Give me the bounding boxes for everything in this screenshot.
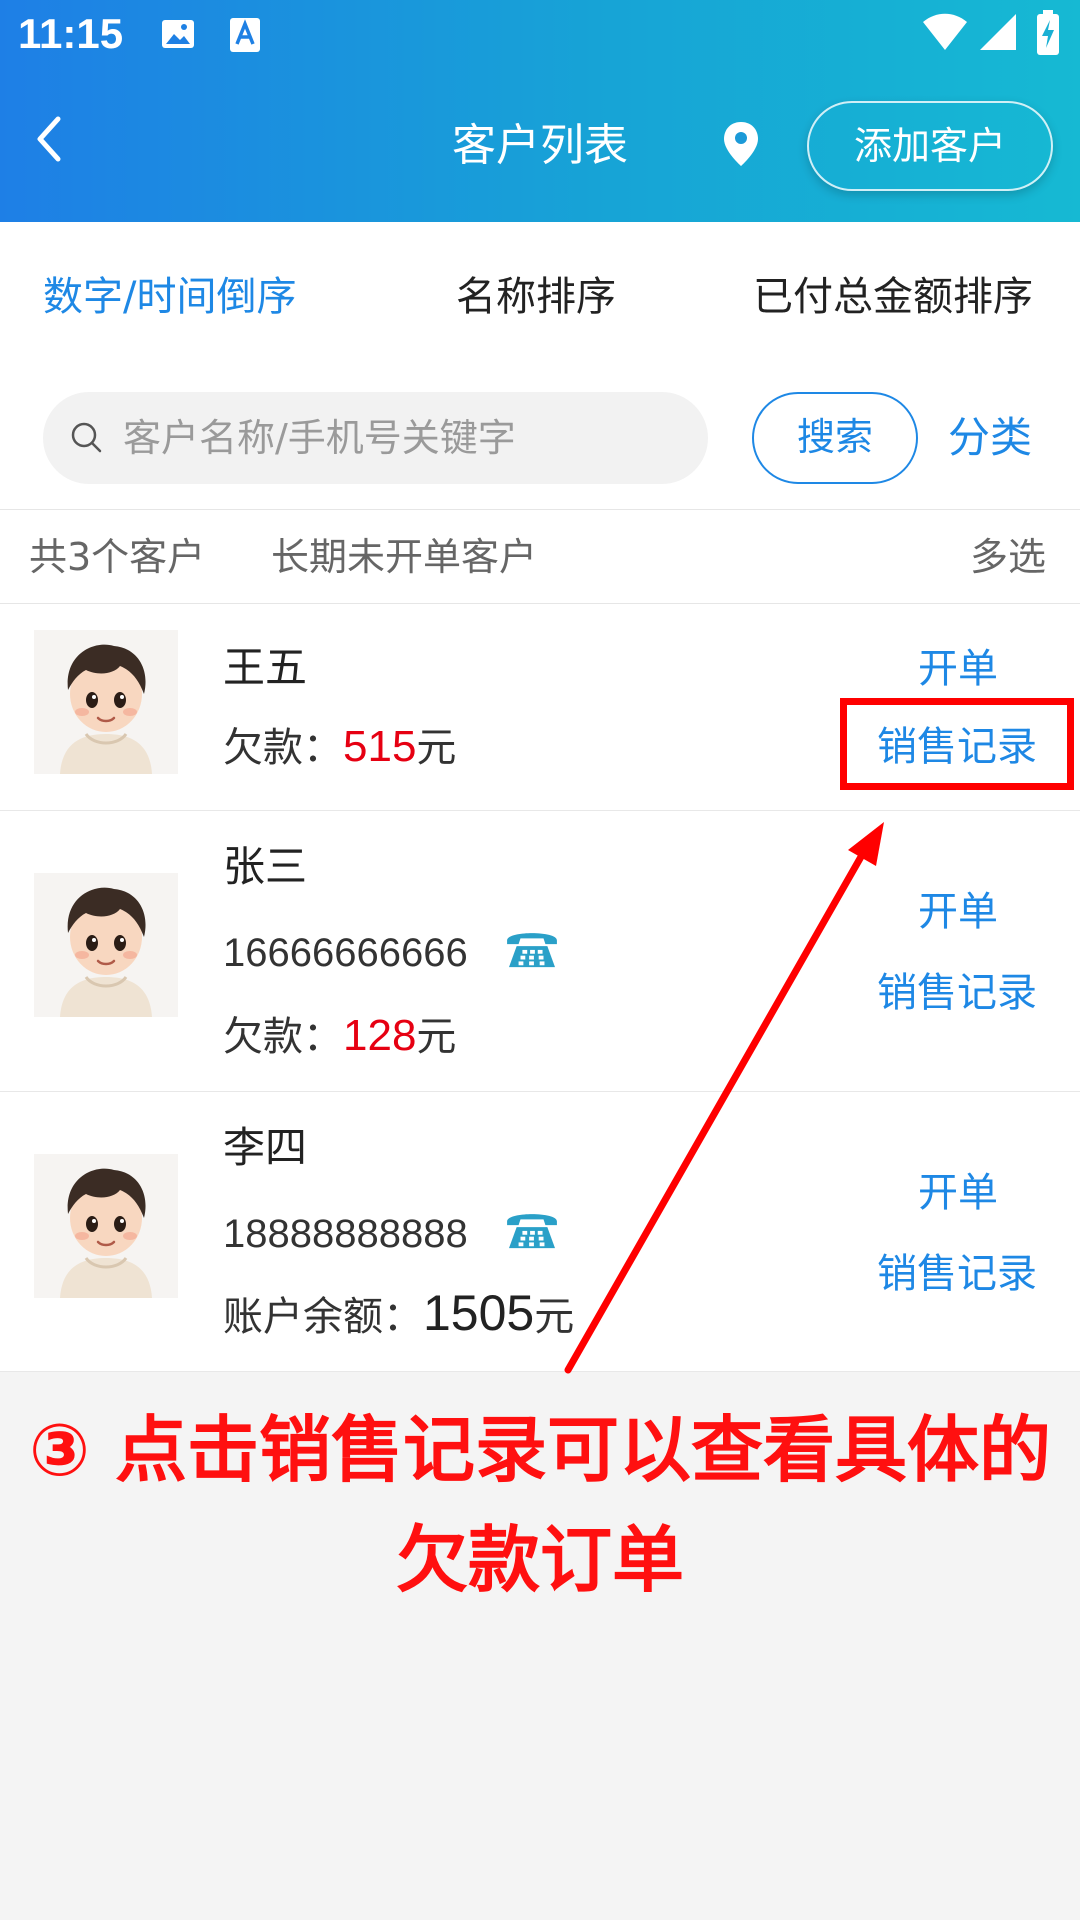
annotation-arrow bbox=[564, 822, 884, 1374]
annotation-line-1: ③ 点击销售记录可以查看具体的 bbox=[28, 1408, 1052, 1492]
annotation-caption: ③ 点击销售记录可以查看具体的 欠款订单 bbox=[0, 1395, 1080, 1615]
annotation-line-2: 欠款订单 bbox=[395, 1518, 684, 1602]
